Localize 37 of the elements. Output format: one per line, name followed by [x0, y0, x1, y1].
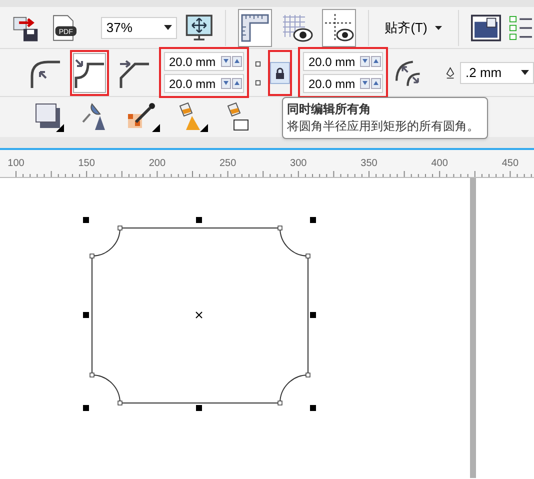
ruler-label: 200 [148, 157, 166, 171]
spin-arrows-icon [220, 56, 243, 67]
ruler-label: 450 [502, 157, 519, 171]
grid-eye-icon [280, 12, 313, 42]
ruler-label: 300 [290, 157, 307, 171]
drop-shadow-icon[interactable] [34, 102, 64, 132]
zoom-dropdown[interactable]: 37% [101, 16, 177, 38]
guideline-eye-icon [322, 12, 355, 42]
tooltip-title: 同时编辑所有角 [287, 101, 372, 118]
radius-field[interactable]: 20.0 mm [164, 52, 244, 71]
lock-icon [275, 66, 286, 78]
lock-button[interactable] [268, 50, 292, 96]
spin-arrows-icon [220, 78, 243, 89]
outline-width-dropdown[interactable]: .2 mm [460, 62, 534, 84]
corner-type-button[interactable] [70, 50, 109, 96]
fullscreen-icon[interactable] [184, 12, 214, 44]
view-toggle-button[interactable] [322, 8, 356, 46]
spin-arrows-icon [360, 78, 382, 89]
ruler-label: 250 [219, 157, 236, 171]
eyedropper-icon[interactable] [126, 102, 160, 132]
ruler-label: 350 [360, 157, 378, 171]
radius-field[interactable]: 20.0 mm [303, 52, 384, 71]
window-icon[interactable] [471, 12, 502, 42]
caret-icon [164, 25, 172, 30]
caret-icon [435, 26, 442, 30]
pen-nib-icon [446, 66, 454, 80]
snap-dropdown[interactable]: 贴齐(T) [380, 18, 446, 38]
ruler-icon [240, 12, 270, 42]
ruler-label: 100 [8, 157, 24, 171]
radius-field[interactable]: 20.0 mm [164, 74, 244, 93]
tooltip-text: 将圆角半径应用到矩形的所有圆角。 [287, 118, 480, 135]
spin-arrows-icon [360, 56, 382, 67]
ruler-label: 150 [78, 157, 95, 171]
ruler-label: 400 [431, 157, 448, 171]
view-toggle-button[interactable] [238, 8, 272, 46]
radius-field[interactable]: 20.0 mm [303, 74, 384, 93]
caret-icon [520, 70, 529, 75]
